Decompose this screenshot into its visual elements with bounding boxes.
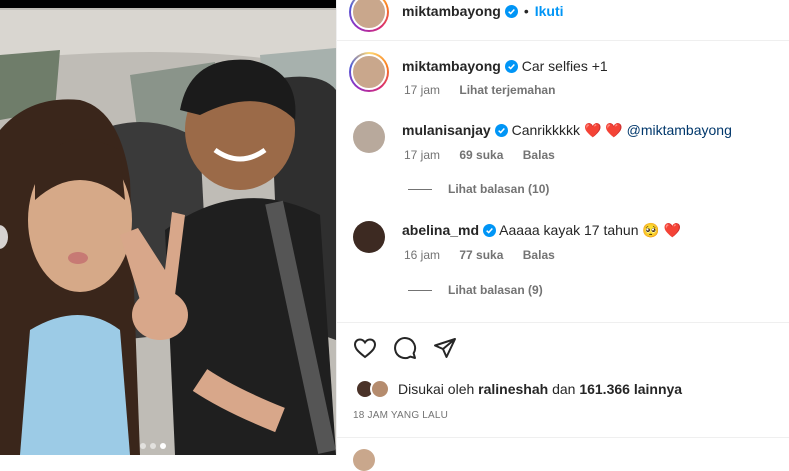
liker-username[interactable]: ralineshah [478, 381, 548, 397]
view-replies-button[interactable]: Lihat balasan (10) [408, 182, 549, 196]
comment: mulanisanjay Canrikkkkk ❤️ ❤️ @miktambay… [402, 122, 732, 139]
add-comment-avatar [353, 449, 375, 471]
comment-avatar[interactable] [353, 121, 385, 153]
verified-badge-icon [504, 60, 518, 73]
comment-meta: 16 jam 77 suka Balas [404, 248, 571, 262]
caption-text: Car selfies +1 [521, 58, 608, 74]
verified-badge-icon [483, 224, 497, 237]
reply-button[interactable]: Balas [523, 248, 555, 262]
caption-username[interactable]: miktambayong [402, 58, 501, 74]
header-divider [336, 40, 789, 41]
replies-line [408, 188, 432, 190]
verified-badge-icon [494, 124, 508, 137]
comment-username[interactable]: mulanisanjay [402, 122, 491, 138]
carousel-dot [140, 443, 146, 449]
caption: miktambayong Car selfies +1 [402, 58, 608, 74]
translate-link[interactable]: Lihat terjemahan [459, 83, 555, 97]
likes-prefix: Disukai oleh [398, 381, 475, 397]
view-replies-button[interactable]: Lihat balasan (9) [408, 283, 543, 297]
comment-time: 16 jam [404, 248, 441, 262]
header-separator: • [523, 3, 529, 19]
follow-button[interactable]: Ikuti [535, 3, 564, 19]
liker-avatar [370, 379, 390, 399]
author-username[interactable]: miktambayong [402, 3, 501, 19]
likes-summary: Disukai oleh ralineshah dan 161.366 lain… [398, 381, 682, 397]
comment-text: Canrikkkkk [511, 122, 581, 138]
comment-meta: 17 jam 69 suka Balas [404, 148, 571, 162]
mention-link[interactable]: @miktambayong [627, 122, 732, 138]
actions-divider [336, 322, 789, 323]
car-selfie-image [0, 0, 336, 455]
comment: abelina_md Aaaaa kayak 17 tahun 🥺 ❤️ [402, 222, 681, 239]
heart-icon[interactable] [353, 336, 377, 360]
comment-time: 17 jam [404, 148, 441, 162]
post-header: miktambayong • Ikuti [402, 1, 564, 21]
carousel-indicator [140, 443, 166, 449]
comment-avatar[interactable] [353, 221, 385, 253]
comment-username[interactable]: abelina_md [402, 222, 479, 238]
view-replies-label: Lihat balasan (10) [448, 182, 550, 196]
replies-line [408, 289, 432, 291]
post-timestamp[interactable]: 18 JAM YANG LALU [353, 410, 448, 421]
verified-badge-icon [504, 4, 518, 18]
comment-icon[interactable] [393, 336, 417, 360]
share-icon[interactable] [433, 336, 457, 360]
top-edge [0, 0, 336, 8]
post-photo[interactable] [0, 0, 336, 455]
comment-text: Aaaaa kayak 17 tahun [499, 222, 639, 238]
caption-avatar[interactable] [349, 52, 389, 92]
likes-conj: dan [552, 381, 576, 397]
action-bar [353, 336, 457, 360]
comment-likes[interactable]: 77 suka [459, 248, 503, 262]
carousel-dot-active [160, 443, 166, 449]
bottom-divider [336, 437, 789, 438]
caption-time: 17 jam [404, 83, 441, 97]
heart-emoji: ❤️ ❤️ [583, 122, 623, 138]
comment-likes[interactable]: 69 suka [459, 148, 503, 162]
reply-button[interactable]: Balas [523, 148, 555, 162]
view-replies-label: Lihat balasan (9) [448, 283, 543, 297]
caption-meta: 17 jam Lihat terjemahan [404, 83, 571, 97]
likes-count[interactable]: 161.366 lainnya [579, 381, 682, 397]
carousel-dot [150, 443, 156, 449]
emoji: 🥺 ❤️ [642, 222, 682, 238]
